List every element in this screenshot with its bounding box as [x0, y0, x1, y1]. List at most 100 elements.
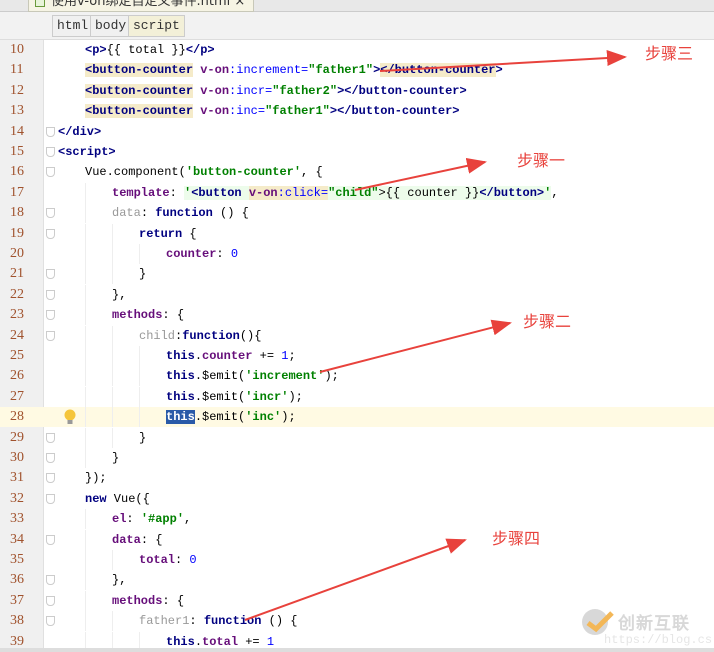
- fold-marker-icon[interactable]: [46, 453, 55, 463]
- code-token: :: [216, 247, 231, 261]
- step-1-label: 步骤一: [517, 151, 566, 170]
- fold-marker-icon[interactable]: [46, 228, 55, 239]
- code-token: :incr=: [229, 83, 273, 98]
- line-number: 15: [10, 144, 24, 159]
- code-token: (){: [239, 328, 262, 343]
- code-token: Vue.component(: [85, 165, 186, 180]
- fold-marker-icon[interactable]: [46, 147, 55, 157]
- breadcrumb-html[interactable]: html: [52, 15, 94, 37]
- code-line[interactable]: 29}: [0, 427, 714, 448]
- fold-marker-icon[interactable]: [46, 575, 55, 586]
- code-token: >: [329, 104, 338, 119]
- code-token: el: [112, 512, 127, 527]
- code-token: "father1": [308, 63, 374, 78]
- code-line[interactable]: 25 this.counter += 1;: [0, 346, 714, 366]
- indent-guide: [85, 427, 86, 448]
- code-line[interactable]: 20 counter: 0: [0, 244, 714, 264]
- code-line[interactable]: 14 </div>: [0, 122, 714, 142]
- code-line[interactable]: 32 new Vue({: [0, 489, 714, 509]
- code-line[interactable]: 31});: [0, 468, 714, 488]
- indent-guide: [85, 550, 86, 570]
- fold-marker-icon[interactable]: [46, 289, 55, 300]
- code-token: </button-counter>: [344, 83, 467, 98]
- code-text: this.$emit('increment');: [166, 366, 339, 386]
- code-line[interactable]: 35 total: 0: [0, 550, 714, 570]
- indent-guide: [139, 407, 140, 428]
- code-token: <p>: [85, 43, 107, 57]
- fold-marker-icon[interactable]: [46, 330, 55, 341]
- code-token: >: [495, 63, 503, 78]
- code-token: total: [139, 553, 176, 567]
- code-token: data: [112, 206, 141, 221]
- code-token: data: [112, 532, 141, 547]
- code-text: data: function () {: [112, 203, 249, 223]
- line-number: 23: [10, 307, 24, 323]
- code-line[interactable]: 28 this.$emit('inc');: [0, 407, 714, 428]
- code-line[interactable]: 33 el: '#app',: [0, 509, 714, 530]
- code-token: >{{ counter }}: [378, 185, 480, 200]
- fold-marker-icon[interactable]: [46, 595, 55, 606]
- code-text: methods: {: [112, 591, 184, 611]
- indent-guide: [112, 244, 113, 264]
- indent-guide: [112, 611, 113, 632]
- indent-guide: [85, 284, 86, 305]
- indent-guide: [139, 366, 140, 387]
- line-number: 35: [10, 552, 24, 567]
- fold-marker-icon[interactable]: [46, 126, 55, 137]
- horizontal-scrollbar[interactable]: [0, 648, 714, 652]
- fold-marker-icon[interactable]: [46, 493, 55, 504]
- code-text: }: [139, 264, 146, 284]
- code-line[interactable]: 16 Vue.component('button-counter', {: [0, 162, 714, 182]
- watermark-url: https://blog.cs: [604, 633, 713, 647]
- indent-guide: [112, 386, 113, 407]
- code-token: <button: [191, 185, 249, 200]
- fold-marker-icon[interactable]: [46, 167, 55, 178]
- code-line[interactable]: 17 template: '<button v-on:click="child">…: [0, 182, 714, 203]
- code-token: 0: [230, 247, 239, 261]
- code-line[interactable]: 24 child:function(){: [0, 325, 714, 346]
- code-line[interactable]: 27 this.$emit('incr');: [0, 386, 714, 407]
- code-text: <button-counter v-on:incr="father2"></bu…: [85, 81, 467, 101]
- code-text: father1: function () {: [139, 611, 297, 631]
- fold-marker-icon[interactable]: [46, 616, 55, 627]
- code-line[interactable]: 12 <button-counter v-on:incr="father2"></…: [0, 81, 714, 101]
- code-line[interactable]: 21}: [0, 264, 714, 285]
- lightbulb-icon[interactable]: [64, 409, 76, 425]
- indent-guide: [112, 264, 113, 285]
- fold-marker-icon[interactable]: [46, 208, 55, 219]
- indent-guide: [85, 264, 86, 285]
- code-line[interactable]: 15 <script>: [0, 142, 714, 162]
- line-number: 33: [10, 511, 24, 527]
- fold-marker-icon[interactable]: [46, 269, 55, 280]
- code-line[interactable]: 34 data: {: [0, 529, 714, 550]
- code-line[interactable]: 30}: [0, 448, 714, 468]
- code-line[interactable]: 19 return {: [0, 223, 714, 244]
- editor-tab-bar: 使用v-on绑定自定义事件.html ×: [0, 0, 714, 12]
- fold-marker-icon[interactable]: [46, 534, 55, 545]
- code-token: counter: [166, 247, 217, 261]
- code-token: v-on: [200, 63, 230, 78]
- code-line[interactable]: 23 methods: {: [0, 305, 714, 326]
- code-line[interactable]: 22},: [0, 284, 714, 305]
- code-token: 'button-counter': [185, 165, 302, 180]
- code-text: el: '#app',: [112, 509, 191, 529]
- file-tab[interactable]: 使用v-on绑定自定义事件.html ×: [28, 0, 255, 12]
- code-line[interactable]: 13 <button-counter v-on:inc="father1"></b…: [0, 101, 714, 121]
- fold-marker-icon[interactable]: [46, 432, 55, 443]
- code-line[interactable]: 11 <button-counter v-on:increment="father…: [0, 60, 714, 80]
- breadcrumb-body[interactable]: body: [90, 15, 132, 37]
- code-token: child: [139, 328, 176, 343]
- line-number: 10: [10, 42, 24, 57]
- fold-marker-icon[interactable]: [46, 310, 55, 321]
- indent-guide: [112, 550, 113, 570]
- breadcrumb-script[interactable]: script: [128, 15, 185, 37]
- code-token: :: [169, 185, 185, 200]
- code-line[interactable]: 26 this.$emit('increment');: [0, 366, 714, 387]
- indent-guide: [85, 448, 86, 468]
- code-line[interactable]: 36},: [0, 570, 714, 591]
- line-number: 19: [10, 225, 24, 241]
- code-token: :inc=: [229, 104, 266, 119]
- fold-marker-icon[interactable]: [46, 473, 55, 484]
- code-line[interactable]: 10 <p>{{ total }}</p>: [0, 40, 714, 60]
- code-line[interactable]: 18 data: function () {: [0, 203, 714, 224]
